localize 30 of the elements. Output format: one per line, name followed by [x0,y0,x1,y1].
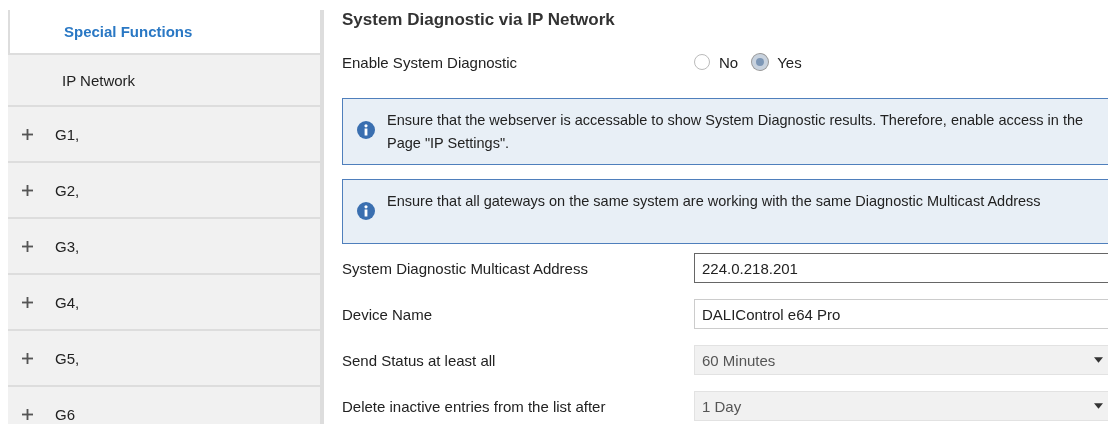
expand-icon[interactable] [22,128,33,140]
sidebar-item[interactable]: G6 [8,387,320,424]
sidebar-item[interactable]: Special Functions [8,10,320,55]
expand-icon[interactable] [22,240,33,252]
field-label: Send Status at least all [342,351,497,369]
radio-option[interactable]: No [694,53,739,71]
info-text: Ensure that the webserver is accessable to show System Diagnostic results. Therefore, enable access in the Page "IP Settings". [387,111,1085,153]
input-field[interactable]: DALIControl e64 Pro [694,299,1108,329]
info-icon [357,121,375,139]
field-label: System Diagnostic Multicast Address [342,259,589,277]
field-label: Enable System Diagnostic [342,53,519,71]
radio-option[interactable]: Yes [752,53,802,71]
sidebar-item[interactable]: G1, [8,107,320,163]
info-text: Ensure that all gateways on the same system are working with the same Diagnostic Multicast Address [387,192,1041,211]
field-label: Device Name [342,305,434,323]
field-label: Delete inactive entries from the list after [342,397,607,415]
expand-icon[interactable] [22,296,33,308]
sidebar-item[interactable]: G4, [8,275,320,331]
sidebar-item[interactable]: G5, [8,331,320,387]
input-field[interactable]: 224.0.218.201 [694,253,1108,283]
sidebar-item[interactable]: G2, [8,163,320,219]
sidebar-item[interactable]: IP Network [8,55,320,107]
caret-icon [1094,357,1103,363]
caret-icon [1094,403,1103,409]
expand-icon[interactable] [22,184,33,196]
section-title: System Diagnostic via IP Network [342,10,616,31]
expand-icon[interactable] [22,408,33,420]
info-icon [357,202,375,220]
expand-icon[interactable] [22,352,33,364]
sidebar-item[interactable]: G3, [8,219,320,275]
